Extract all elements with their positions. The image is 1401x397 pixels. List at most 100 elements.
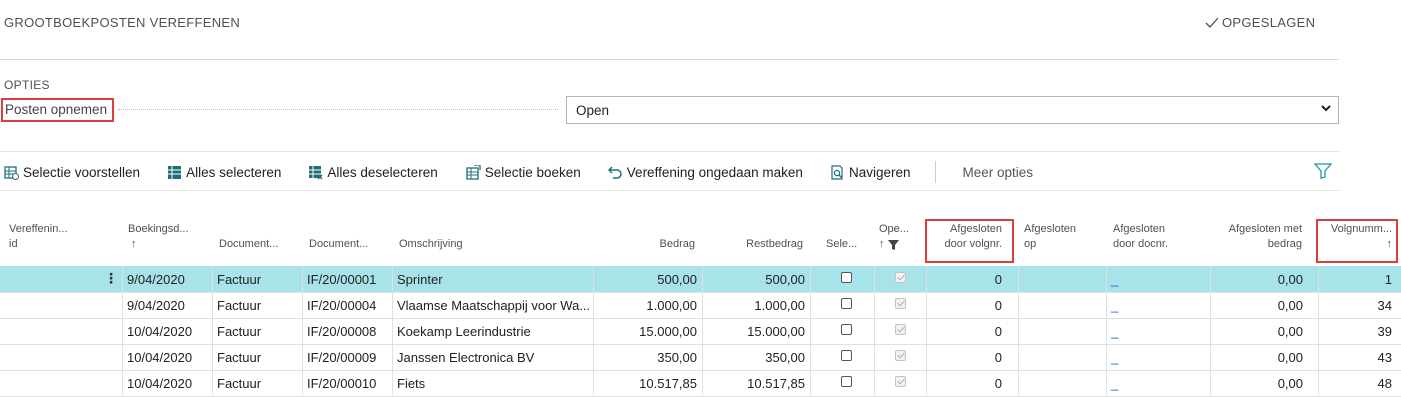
selected-checkbox[interactable]	[841, 272, 852, 283]
undo-application-button[interactable]: Vereffening ongedaan maken	[607, 164, 803, 180]
closed-by-doc-no-link[interactable]: _	[1111, 298, 1118, 313]
col-header-amount[interactable]: Bedrag	[600, 237, 695, 252]
closed-by-doc-no-link[interactable]: _	[1111, 324, 1118, 339]
undo-icon	[607, 166, 622, 179]
document-no-cell[interactable]: IF/20/00001	[307, 272, 376, 287]
col-header-document-type[interactable]: Document...	[219, 237, 278, 252]
col-header-entry-no[interactable]: Volgnumm... ↑	[1320, 222, 1392, 252]
suggest-selection-label: Selectie voorstellen	[23, 164, 141, 180]
closed-by-amount-cell[interactable]: 0,00	[1200, 350, 1303, 365]
col-header-closed-by-doc-no[interactable]: Afgesloten door docnr.	[1113, 222, 1168, 252]
filter-icon[interactable]	[1313, 163, 1333, 184]
remaining-amount-cell[interactable]: 10.517,85	[706, 376, 805, 391]
document-no-cell[interactable]: IF/20/00008	[307, 324, 376, 339]
selected-checkbox[interactable]	[841, 324, 852, 335]
closed-by-doc-no-link[interactable]: _	[1111, 350, 1118, 365]
col-header-open[interactable]: Ope... ↑	[879, 222, 909, 252]
closed-by-amount-cell[interactable]: 0,00	[1200, 376, 1303, 391]
select-all-button[interactable]: Alles selecteren	[167, 165, 281, 180]
description-cell[interactable]: Vlaamse Maatschappij voor Wa...	[397, 298, 590, 313]
post-selection-button[interactable]: Selectie boeken	[465, 164, 581, 180]
document-type-cell[interactable]: Factuur	[217, 376, 261, 391]
col-header-closed-at-date[interactable]: Afgesloten op	[1024, 222, 1076, 252]
closed-by-entry-no-cell[interactable]: 0	[930, 324, 1002, 339]
posting-date-cell[interactable]: 10/04/2020	[127, 376, 192, 391]
description-cell[interactable]: Fiets	[397, 376, 425, 391]
include-entries-label: Posten opnemen	[1, 98, 114, 122]
col-header-closed-by-entry-no[interactable]: Afgesloten door volgnr.	[930, 222, 1002, 252]
col-header-posting-date[interactable]: Boekingsd... ↑	[128, 222, 189, 252]
table-row[interactable]: 10/04/2020 Factuur IF/20/00010 Fiets 10.517,…	[0, 370, 1401, 397]
selected-checkbox[interactable]	[841, 350, 852, 361]
selected-checkbox[interactable]	[841, 298, 852, 309]
col-header-document-no[interactable]: Document...	[309, 237, 368, 252]
description-cell[interactable]: Janssen Electronica BV	[397, 350, 534, 365]
undo-application-label: Vereffening ongedaan maken	[626, 164, 803, 180]
document-type-cell[interactable]: Factuur	[217, 298, 261, 313]
include-entries-select[interactable]: Open	[566, 96, 1339, 124]
col-header-applies-to-id[interactable]: Vereffenin... id	[9, 222, 68, 252]
column-divider	[1210, 266, 1211, 395]
col-header-description[interactable]: Omschrijving	[399, 237, 463, 252]
row-actions-icon[interactable]: ⋮	[104, 270, 118, 287]
posting-date-cell[interactable]: 10/04/2020	[127, 324, 192, 339]
table-row[interactable]: 9/04/2020 Factuur IF/20/00004 Vlaamse Maats…	[0, 292, 1401, 319]
divider	[0, 151, 1339, 152]
saved-status: OPGESLAGEN	[1205, 15, 1315, 30]
header-text: id	[9, 238, 18, 250]
col-header-closed-by-amount[interactable]: Afgesloten met bedrag	[1200, 222, 1302, 252]
table-row[interactable]: 10/04/2020 Factuur IF/20/00008 Koekamp Leer…	[0, 318, 1401, 345]
chevron-down-icon[interactable]	[1320, 101, 1332, 118]
entry-no-cell[interactable]: 34	[1320, 298, 1392, 313]
remaining-amount-cell[interactable]: 15.000,00	[706, 324, 805, 339]
entry-no-cell[interactable]: 39	[1320, 324, 1392, 339]
closed-by-entry-no-cell[interactable]: 0	[930, 350, 1002, 365]
closed-by-doc-no-link[interactable]: _	[1111, 272, 1118, 287]
posting-date-cell[interactable]: 10/04/2020	[127, 350, 192, 365]
document-type-cell[interactable]: Factuur	[217, 324, 261, 339]
document-type-cell[interactable]: Factuur	[217, 350, 261, 365]
document-no-cell[interactable]: IF/20/00010	[307, 376, 376, 391]
amount-cell[interactable]: 350,00	[598, 350, 697, 365]
closed-by-amount-cell[interactable]: 0,00	[1200, 272, 1303, 287]
entry-no-cell[interactable]: 1	[1320, 272, 1392, 287]
remaining-amount-cell[interactable]: 1.000,00	[706, 298, 805, 313]
document-no-cell[interactable]: IF/20/00009	[307, 350, 376, 365]
document-type-cell[interactable]: Factuur	[217, 272, 261, 287]
selected-checkbox[interactable]	[841, 376, 852, 387]
table-row[interactable]: ⋮ 9/04/2020 Factuur IF/20/00001 Sprinter 500,…	[0, 266, 1401, 293]
sort-ascending-icon: ↑	[1386, 238, 1393, 250]
posting-date-cell[interactable]: 9/04/2020	[127, 272, 185, 287]
header-text: Vereffenin...	[9, 223, 68, 235]
amount-cell[interactable]: 10.517,85	[598, 376, 697, 391]
remaining-amount-cell[interactable]: 350,00	[706, 350, 805, 365]
amount-cell[interactable]: 15.000,00	[598, 324, 697, 339]
remaining-amount-cell[interactable]: 500,00	[706, 272, 805, 287]
closed-by-amount-cell[interactable]: 0,00	[1200, 324, 1303, 339]
entry-no-cell[interactable]: 48	[1320, 376, 1392, 391]
closed-by-entry-no-cell[interactable]: 0	[930, 298, 1002, 313]
table-row[interactable]: 10/04/2020 Factuur IF/20/00009 Janssen Elec…	[0, 344, 1401, 371]
select-all-label: Alles selecteren	[186, 164, 282, 180]
deselect-all-button[interactable]: Alles deselecteren	[308, 165, 438, 180]
amount-cell[interactable]: 500,00	[598, 272, 697, 287]
col-header-remaining-amount[interactable]: Restbedrag	[710, 237, 803, 252]
navigate-button[interactable]: Navigeren	[830, 165, 911, 180]
posting-date-cell[interactable]: 9/04/2020	[127, 298, 185, 313]
amount-cell[interactable]: 1.000,00	[598, 298, 697, 313]
closed-by-entry-no-cell[interactable]: 0	[930, 272, 1002, 287]
include-entries-value: Open	[576, 103, 610, 118]
suggest-selection-button[interactable]: Selectie voorstellen	[4, 165, 140, 180]
description-cell[interactable]: Sprinter	[397, 272, 443, 287]
document-no-cell[interactable]: IF/20/00004	[307, 298, 376, 313]
closed-by-amount-cell[interactable]: 0,00	[1200, 298, 1303, 313]
entry-no-cell[interactable]: 43	[1320, 350, 1392, 365]
suggest-icon	[4, 165, 19, 180]
col-header-selected[interactable]: Sele...	[826, 237, 857, 252]
closed-by-entry-no-cell[interactable]: 0	[930, 376, 1002, 391]
column-divider	[1018, 266, 1019, 395]
open-checkbox	[895, 272, 906, 283]
description-cell[interactable]: Koekamp Leerindustrie	[397, 324, 531, 339]
closed-by-doc-no-link[interactable]: _	[1111, 376, 1118, 391]
more-options-button[interactable]: Meer opties	[963, 165, 1034, 180]
